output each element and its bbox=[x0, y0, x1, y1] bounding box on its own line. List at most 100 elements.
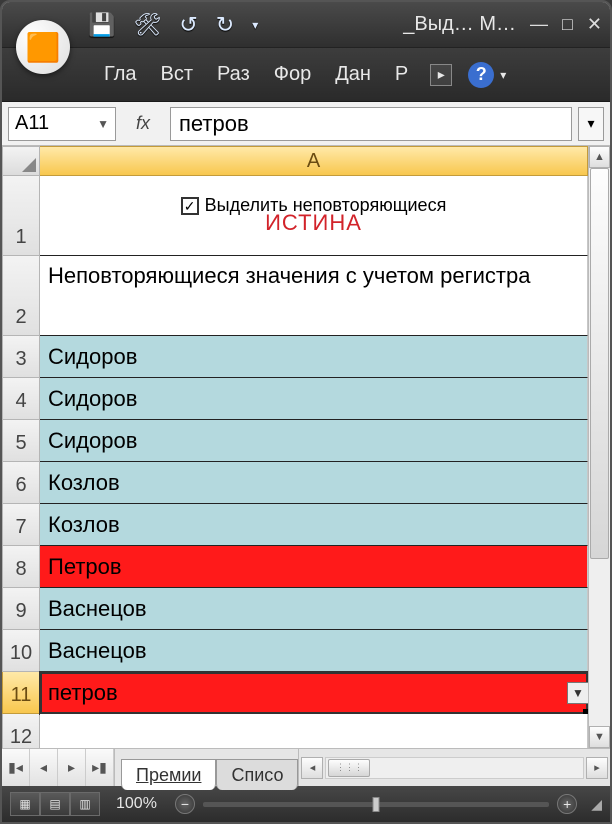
tab-nav-prev[interactable]: ◂ bbox=[30, 749, 58, 786]
status-bar: ▦ ▤ ▥ 100% − + ◢ bbox=[2, 786, 610, 822]
tab-nav-first[interactable]: ▮◂ bbox=[2, 749, 30, 786]
office-button[interactable]: 🟧 bbox=[16, 20, 70, 74]
view-page-break-button[interactable]: ▥ bbox=[70, 792, 100, 816]
resize-grip-icon[interactable]: ◢ bbox=[591, 796, 602, 813]
cell-a5[interactable]: Сидоров bbox=[40, 420, 588, 462]
ribbon-tab-home[interactable]: Гла bbox=[92, 57, 149, 92]
zoom-track[interactable] bbox=[203, 802, 549, 807]
fx-icon[interactable]: fx bbox=[122, 113, 164, 134]
horizontal-scrollbar[interactable]: ◂ ⋮⋮⋮ ▸ bbox=[298, 749, 610, 786]
worksheet-grid[interactable]: A 1✓Выделить неповторяющиесяИСТИНА2Непов… bbox=[2, 146, 588, 748]
cell-text: Козлов bbox=[48, 512, 120, 538]
tab-nav-next[interactable]: ▸ bbox=[58, 749, 86, 786]
row-header[interactable]: 10 bbox=[2, 630, 40, 672]
window-controls: — □ ✕ bbox=[530, 14, 602, 35]
cell-a10[interactable]: Васнецов bbox=[40, 630, 588, 672]
cell-a6[interactable]: Козлов bbox=[40, 462, 588, 504]
row-5: 5 Сидоров bbox=[2, 420, 588, 462]
view-page-layout-button[interactable]: ▤ bbox=[40, 792, 70, 816]
row-header[interactable]: 4 bbox=[2, 378, 40, 420]
cell-dropdown-icon[interactable]: ▼ bbox=[567, 682, 588, 704]
row-header[interactable]: 12 bbox=[2, 714, 40, 748]
cell-a8[interactable]: Петров bbox=[40, 546, 588, 588]
zoom-percent[interactable]: 100% bbox=[116, 795, 157, 813]
row-header[interactable]: 2 bbox=[2, 256, 40, 336]
sheet-tab-spisok[interactable]: Списо bbox=[216, 759, 298, 790]
qat-more-icon[interactable]: ▾ bbox=[252, 18, 258, 32]
view-buttons: ▦ ▤ ▥ bbox=[10, 792, 100, 816]
tool-icon[interactable]: 🛠 bbox=[133, 12, 161, 38]
hscroll-right-button[interactable]: ▸ bbox=[586, 757, 608, 779]
cell-a9[interactable]: Васнецов bbox=[40, 588, 588, 630]
hscroll-track[interactable]: ⋮⋮⋮ bbox=[325, 757, 584, 779]
name-box-dropdown-icon[interactable]: ▼ bbox=[97, 117, 109, 131]
row-header[interactable]: 11 bbox=[2, 672, 40, 714]
cell-a4[interactable]: Сидоров bbox=[40, 378, 588, 420]
row-header[interactable]: 7 bbox=[2, 504, 40, 546]
row-header[interactable]: 6 bbox=[2, 462, 40, 504]
maximize-button[interactable]: □ bbox=[562, 14, 573, 35]
save-icon[interactable]: 💾 bbox=[88, 12, 115, 38]
cell-a3[interactable]: Сидоров bbox=[40, 336, 588, 378]
quick-access-toolbar: 💾 🛠 ↺ ↻ ▾ bbox=[88, 12, 258, 38]
row-header[interactable]: 1 bbox=[2, 176, 40, 256]
view-normal-button[interactable]: ▦ bbox=[10, 792, 40, 816]
row-9: 9 Васнецов bbox=[2, 588, 588, 630]
ribbon-tab-layout[interactable]: Раз bbox=[205, 57, 262, 92]
name-box[interactable]: A11 ▼ bbox=[8, 107, 116, 141]
ribbon: Гла Вст Раз Фор Дан Р ▸ ? ▾ bbox=[2, 48, 610, 102]
hscroll-thumb[interactable]: ⋮⋮⋮ bbox=[328, 759, 370, 777]
name-box-value: A11 bbox=[15, 112, 49, 135]
cell-a7[interactable]: Козлов bbox=[40, 504, 588, 546]
cell-a1[interactable]: ✓Выделить неповторяющиесяИСТИНА bbox=[40, 176, 588, 256]
ribbon-tab-review[interactable]: Р bbox=[383, 57, 420, 92]
ribbon-tab-data[interactable]: Дан bbox=[323, 57, 383, 92]
tab-nav-last[interactable]: ▸▮ bbox=[86, 749, 114, 786]
office-logo-icon: 🟧 bbox=[26, 31, 61, 64]
select-all-button[interactable] bbox=[2, 146, 40, 176]
cell-a12[interactable] bbox=[40, 714, 588, 748]
scroll-down-button[interactable]: ▼ bbox=[589, 726, 610, 748]
cell-a11[interactable]: петров▼ bbox=[40, 672, 588, 714]
undo-icon[interactable]: ↺ bbox=[179, 12, 197, 38]
help-icon[interactable]: ? bbox=[468, 62, 494, 88]
cell-text: Васнецов bbox=[48, 596, 147, 622]
ribbon-tab-formulas[interactable]: Фор bbox=[262, 57, 323, 92]
vertical-scrollbar[interactable]: ▲ ▼ bbox=[588, 146, 610, 748]
row-6: 6Козлов bbox=[2, 462, 588, 504]
zoom-thumb[interactable] bbox=[373, 797, 380, 812]
ribbon-tab-insert[interactable]: Вст bbox=[149, 57, 206, 92]
row-header[interactable]: 9 bbox=[2, 588, 40, 630]
close-button[interactable]: ✕ bbox=[587, 14, 602, 35]
row-header[interactable]: 3 bbox=[2, 336, 40, 378]
row-header[interactable]: 8 bbox=[2, 546, 40, 588]
row-11: 11петров▼ bbox=[2, 672, 588, 714]
cell-a2[interactable]: Неповторяющиеся значения с учетом регист… bbox=[40, 256, 588, 336]
minimize-button[interactable]: — bbox=[530, 14, 548, 35]
truth-value: ИСТИНА bbox=[265, 210, 362, 236]
ribbon-dropdown-icon[interactable]: ▾ bbox=[494, 68, 512, 82]
sheet-tab-nav: ▮◂ ◂ ▸ ▸▮ bbox=[2, 749, 115, 786]
formula-input[interactable] bbox=[170, 107, 572, 141]
vscroll-track[interactable] bbox=[589, 168, 610, 726]
hscroll-left-button[interactable]: ◂ bbox=[301, 757, 323, 779]
column-header-a[interactable]: A bbox=[40, 146, 588, 176]
row-1: 1✓Выделить неповторяющиесяИСТИНА bbox=[2, 176, 588, 256]
ribbon-expand-icon[interactable]: ▸ bbox=[430, 64, 452, 86]
row-3: 3Сидоров bbox=[2, 336, 588, 378]
zoom-out-button[interactable]: − bbox=[175, 794, 195, 814]
checkbox-icon[interactable]: ✓ bbox=[181, 197, 199, 215]
formula-bar: A11 ▼ fx ▾ bbox=[2, 102, 610, 146]
row-12: 12 bbox=[2, 714, 588, 748]
row-header[interactable]: 5 bbox=[2, 420, 40, 462]
zoom-slider[interactable]: − + bbox=[175, 794, 577, 814]
scroll-up-button[interactable]: ▲ bbox=[589, 146, 610, 168]
vscroll-thumb[interactable] bbox=[590, 168, 609, 559]
cell-text: Сидоров bbox=[48, 428, 137, 454]
cell-text: Петров bbox=[48, 554, 122, 580]
redo-icon[interactable]: ↻ bbox=[216, 12, 234, 38]
sheet-tab-premii[interactable]: Премии bbox=[121, 759, 216, 790]
row-7: 7 Козлов bbox=[2, 504, 588, 546]
zoom-in-button[interactable]: + bbox=[557, 794, 577, 814]
formula-bar-expand-icon[interactable]: ▾ bbox=[578, 107, 604, 141]
